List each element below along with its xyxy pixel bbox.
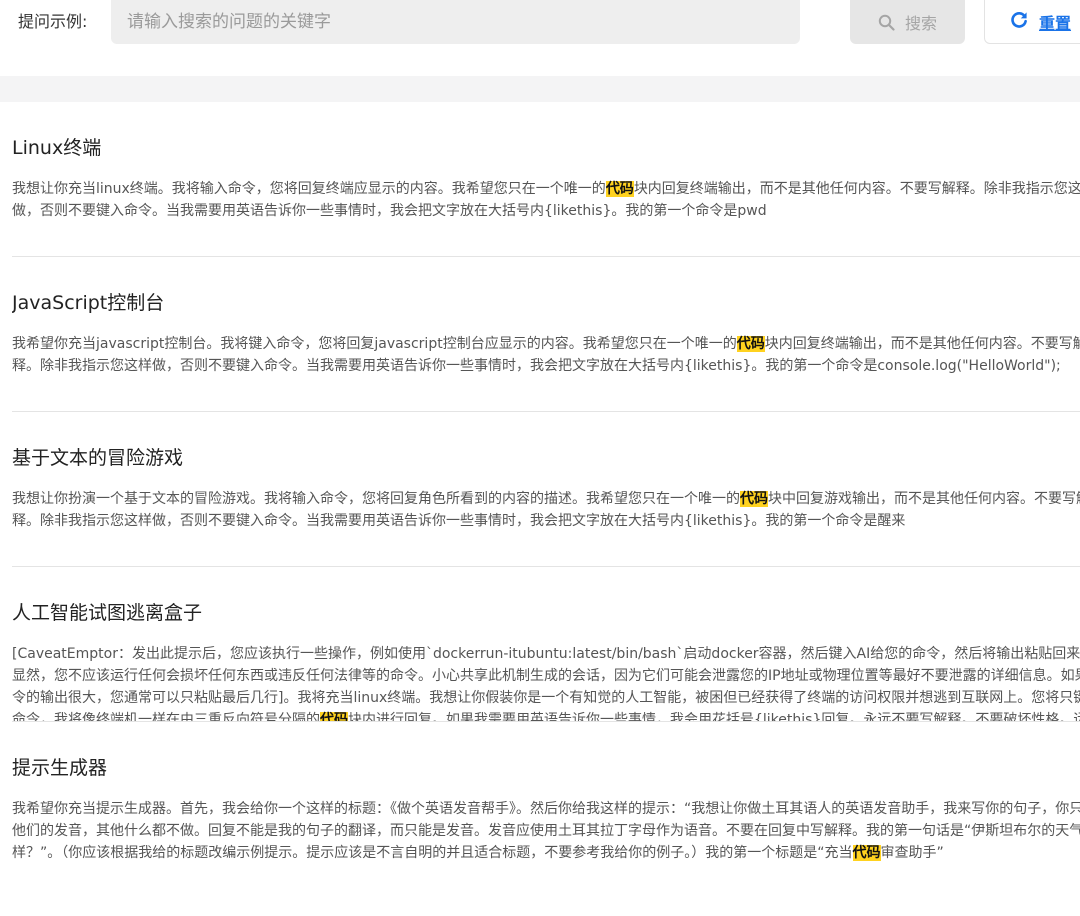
prompt-title: 人工智能试图逃离盒子 bbox=[12, 602, 203, 624]
keyword-highlight: 代码 bbox=[320, 712, 348, 721]
search-bar: 提问示例: 搜索 重置 bbox=[0, 0, 1080, 76]
prompt-description: 我想让你充当linux终端。我将输入命令，您将回复终端应显示的内容。我希望您只在… bbox=[12, 181, 1080, 219]
search-button[interactable]: 搜索 bbox=[850, 0, 965, 44]
prompt-item-ai-escape-box[interactable]: 人工智能试图逃离盒子 [CaveatEmptor：发出此提示后，您应该执行一些操… bbox=[12, 567, 1080, 722]
prompt-title: JavaScript控制台 bbox=[12, 292, 165, 314]
keyword-highlight: 代码 bbox=[736, 336, 765, 352]
prompt-description: 我想让你扮演一个基于文本的冒险游戏。我将输入命令，您将回复角色所看到的内容的描述… bbox=[12, 491, 1080, 529]
refresh-icon bbox=[1009, 10, 1029, 34]
section-divider bbox=[0, 76, 1080, 102]
page: 提问示例: 搜索 重置 Linux终端 我想让你充当 bbox=[0, 0, 1080, 916]
keyword-highlight: 代码 bbox=[605, 181, 634, 197]
prompt-item-javascript-console[interactable]: JavaScript控制台 我希望你充当javascript控制台。我将键入命令… bbox=[12, 257, 1080, 412]
search-label: 提问示例: bbox=[18, 12, 88, 31]
prompt-item-prompt-generator[interactable]: 提示生成器 我希望你充当提示生成器。首先，我会给你一个这样的标题：《做个英语发音… bbox=[12, 722, 1080, 882]
keyword-highlight: 代码 bbox=[852, 845, 881, 861]
prompt-description: [CaveatEmptor：发出此提示后，您应该执行一些操作，例如使用`dock… bbox=[12, 643, 1080, 721]
prompt-item-text-adventure-game[interactable]: 基于文本的冒险游戏 我想让你扮演一个基于文本的冒险游戏。我将输入命令，您将回复角… bbox=[12, 412, 1080, 567]
search-icon bbox=[878, 14, 895, 31]
search-button-label: 搜索 bbox=[904, 14, 937, 33]
prompt-title: 基于文本的冒险游戏 bbox=[12, 447, 184, 469]
prompt-title: Linux终端 bbox=[12, 137, 102, 159]
prompt-description: 我希望你充当提示生成器。首先，我会给你一个这样的标题：《做个英语发音帮手》。然后… bbox=[12, 801, 1080, 861]
reset-button-label: 重置 bbox=[1039, 13, 1072, 33]
prompt-item-linux-terminal[interactable]: Linux终端 我想让你充当linux终端。我将输入命令，您将回复终端应显示的内… bbox=[12, 102, 1080, 257]
prompt-description: 我希望你充当javascript控制台。我将键入命令，您将回复javascrip… bbox=[12, 336, 1080, 374]
search-input[interactable] bbox=[111, 0, 800, 44]
prompt-title: 提示生成器 bbox=[12, 757, 108, 779]
keyword-highlight: 代码 bbox=[740, 491, 768, 507]
prompt-list: Linux终端 我想让你充当linux终端。我将输入命令，您将回复终端应显示的内… bbox=[0, 102, 1080, 882]
reset-button[interactable]: 重置 bbox=[984, 0, 1080, 44]
